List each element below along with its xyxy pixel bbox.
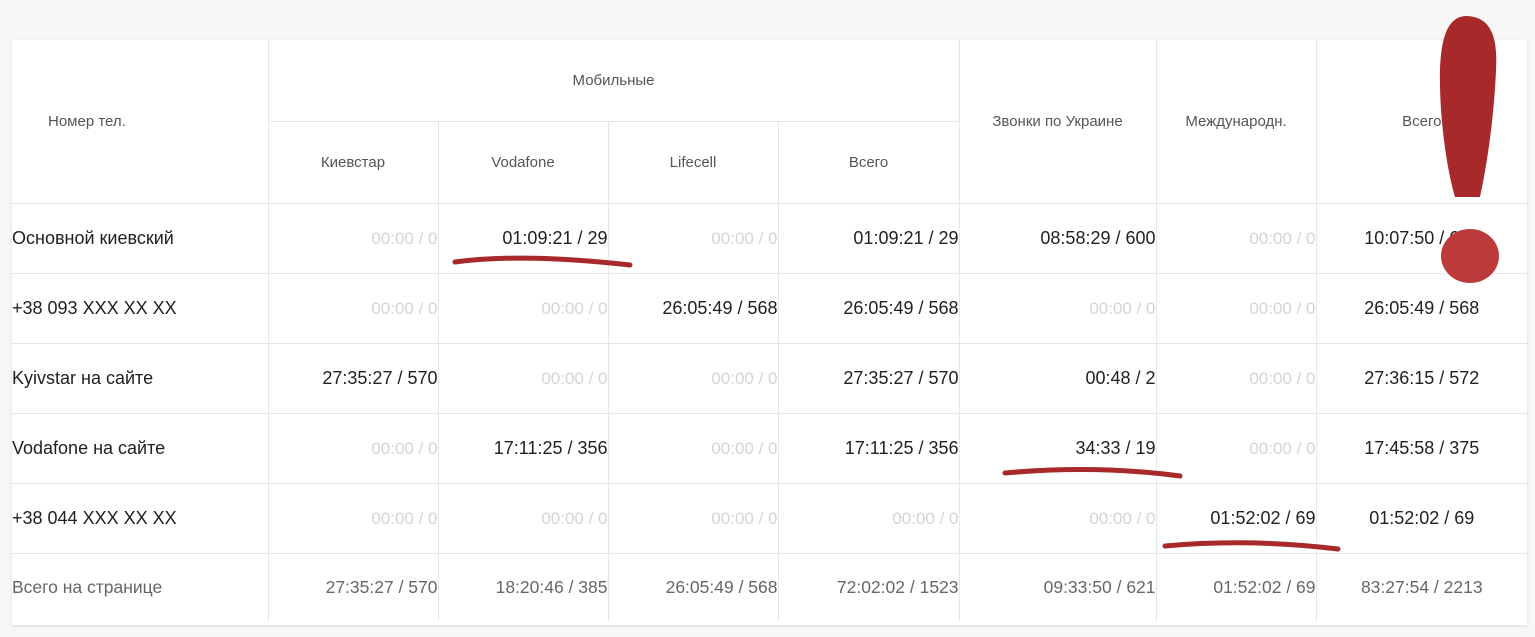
kyivstar-cell: 00:00 / 0 (267, 203, 439, 274)
total-cell: 27:36:15 / 572 (1315, 343, 1528, 414)
total-cell: 26:05:49 / 568 (1315, 273, 1528, 344)
vodafone-cell: 00:00 / 0 (437, 273, 609, 344)
call-stats-card: Номер тел. Мобильные Звонки по Украине М… (12, 40, 1528, 625)
header-total[interactable]: Всего (1315, 40, 1528, 204)
phone-name-cell: +38 044 XXX XX XX (12, 483, 269, 554)
header-ukraine[interactable]: Звонки по Украине (958, 40, 1157, 204)
vodafone-cell: 00:00 / 0 (437, 483, 609, 554)
phone-name-cell: +38 093 XXX XX XX (12, 273, 269, 344)
header-vodafone[interactable]: Vodafone (437, 121, 609, 204)
lifecell-cell: 00:00 / 0 (607, 343, 779, 414)
table-row: Kyivstar на сайте 27:35:27 / 570 00:00 /… (12, 343, 1528, 414)
header-lifecell[interactable]: Lifecell (607, 121, 779, 204)
ukraine-cell: 08:58:29 / 600 (958, 203, 1157, 274)
table-row: +38 093 XXX XX XX 00:00 / 0 00:00 / 0 26… (12, 273, 1528, 344)
header-mobile-total[interactable]: Всего (777, 121, 960, 204)
lifecell-cell: 00:00 / 0 (607, 483, 779, 554)
page: Номер тел. Мобильные Звонки по Украине М… (0, 0, 1535, 637)
international-cell: 00:00 / 0 (1155, 343, 1317, 414)
vodafone-cell: 00:00 / 0 (437, 343, 609, 414)
total-cell: 01:52:02 / 69 (1315, 483, 1528, 554)
vodafone-total-cell: 18:20:46 / 385 (437, 553, 609, 621)
mobile-total-total-cell: 72:02:02 / 1523 (777, 553, 960, 621)
mobile-total-cell: 26:05:49 / 568 (777, 273, 960, 344)
lifecell-cell: 00:00 / 0 (607, 413, 779, 484)
ukraine-cell: 00:00 / 0 (958, 483, 1157, 554)
table-row: Vodafone на сайте 00:00 / 0 17:11:25 / 3… (12, 413, 1528, 484)
mobile-total-cell: 01:09:21 / 29 (777, 203, 960, 274)
international-cell: 01:52:02 / 69 (1155, 483, 1317, 554)
total-cell: 17:45:58 / 375 (1315, 413, 1528, 484)
lifecell-cell: 26:05:49 / 568 (607, 273, 779, 344)
table-row: +38 044 XXX XX XX 00:00 / 0 00:00 / 0 00… (12, 483, 1528, 554)
kyivstar-cell: 00:00 / 0 (267, 483, 439, 554)
phone-name-cell: Основной киевский (12, 203, 269, 274)
international-cell: 00:00 / 0 (1155, 273, 1317, 344)
phone-name-cell: Vodafone на сайте (12, 413, 269, 484)
phone-name-cell: Kyivstar на сайте (12, 343, 269, 414)
vodafone-cell: 01:09:21 / 29 (437, 203, 609, 274)
ukraine-cell: 34:33 / 19 (958, 413, 1157, 484)
header-mobile-group: Мобильные (267, 40, 960, 122)
grand-total-cell: 83:27:54 / 2213 (1315, 553, 1528, 621)
international-total-cell: 01:52:02 / 69 (1155, 553, 1317, 621)
lifecell-total-cell: 26:05:49 / 568 (607, 553, 779, 621)
mobile-total-cell: 27:35:27 / 570 (777, 343, 960, 414)
lifecell-cell: 00:00 / 0 (607, 203, 779, 274)
total-cell: 10:07:50 / 629 (1315, 203, 1528, 274)
ukraine-total-cell: 09:33:50 / 621 (958, 553, 1157, 621)
header-kyivstar[interactable]: Киевстар (268, 121, 439, 204)
totals-row: Всего на странице 27:35:27 / 570 18:20:4… (12, 553, 1528, 621)
vodafone-cell: 17:11:25 / 356 (437, 413, 609, 484)
totals-label: Всего на странице (12, 553, 269, 621)
mobile-total-cell: 17:11:25 / 356 (777, 413, 960, 484)
kyivstar-cell: 00:00 / 0 (267, 413, 439, 484)
international-cell: 00:00 / 0 (1155, 203, 1317, 274)
header-international[interactable]: Международн. (1155, 40, 1317, 204)
kyivstar-cell: 27:35:27 / 570 (267, 343, 439, 414)
mobile-total-cell: 00:00 / 0 (777, 483, 960, 554)
international-cell: 00:00 / 0 (1155, 413, 1317, 484)
ukraine-cell: 00:00 / 0 (958, 273, 1157, 344)
header-phone[interactable]: Номер тел. (12, 40, 269, 204)
ukraine-cell: 00:48 / 2 (958, 343, 1157, 414)
kyivstar-total-cell: 27:35:27 / 570 (267, 553, 439, 621)
table-row: Основной киевский 00:00 / 0 01:09:21 / 2… (12, 203, 1528, 274)
kyivstar-cell: 00:00 / 0 (267, 273, 439, 344)
call-stats-table: Номер тел. Мобильные Звонки по Украине М… (12, 40, 1528, 621)
